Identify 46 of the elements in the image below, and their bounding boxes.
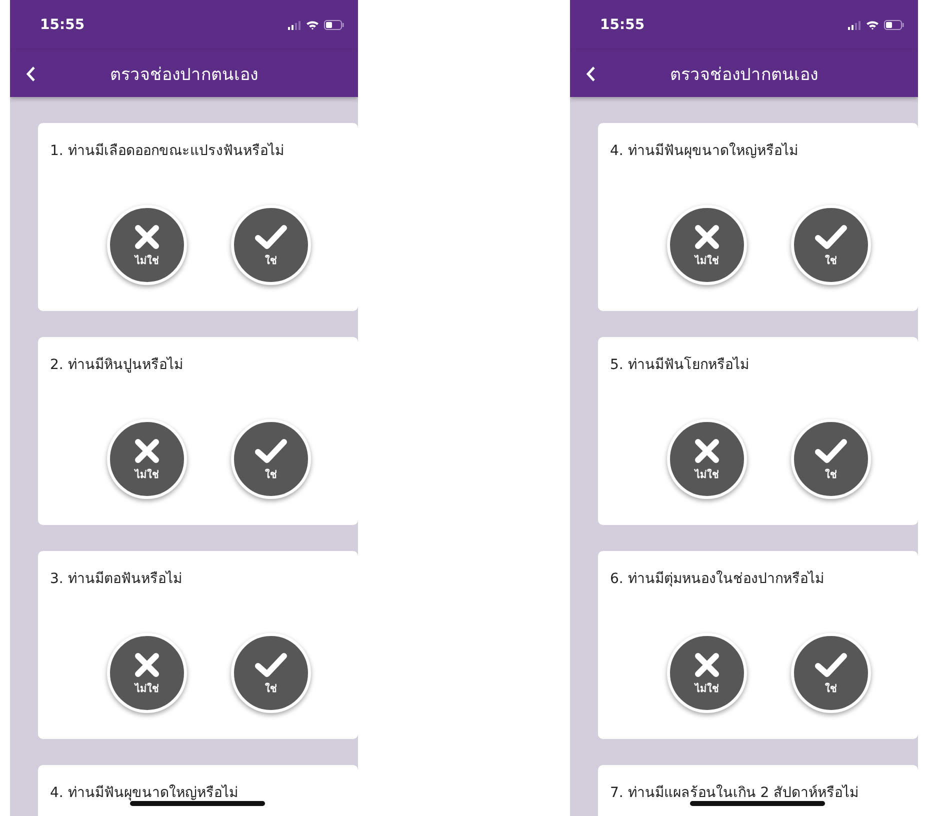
back-button[interactable] xyxy=(24,64,38,84)
check-icon xyxy=(254,650,288,678)
check-icon xyxy=(814,222,848,250)
yes-button[interactable]: ใช่ xyxy=(231,205,311,285)
no-button[interactable]: ไม่ใช่ xyxy=(667,419,747,499)
question-text: 7. ท่านมีแผลร้อนในเกิน 2 สัปดาห์หรือไม่ xyxy=(610,784,860,803)
check-icon xyxy=(814,436,848,464)
question-text: 6. ท่านมีตุ่มหนองในช่องปากหรือไม่ xyxy=(610,570,825,589)
question-text: 5. ท่านมีฟันโยกหรือไม่ xyxy=(610,356,750,375)
yes-button[interactable]: ใช่ xyxy=(791,205,871,285)
question-text: 1. ท่านมีเลือดออกขณะแปรงฟันหรือไม่ xyxy=(50,142,285,161)
status-time: 15:55 xyxy=(600,17,645,33)
battery-icon xyxy=(884,20,904,30)
battery-icon xyxy=(324,20,344,30)
wifi-icon xyxy=(866,20,879,30)
yes-button[interactable]: ใช่ xyxy=(791,419,871,499)
status-time: 15:55 xyxy=(40,17,85,33)
signal-icon xyxy=(848,20,861,30)
check-icon xyxy=(254,222,288,250)
back-icon xyxy=(586,66,596,82)
close-icon xyxy=(133,650,161,678)
close-icon xyxy=(693,436,721,464)
no-button[interactable]: ไม่ใช่ xyxy=(107,419,187,499)
wifi-icon xyxy=(306,20,319,30)
no-button[interactable]: ไม่ใช่ xyxy=(667,633,747,713)
question-text: 4. ท่านมีฟันผุขนาดใหญ่หรือไม่ xyxy=(610,142,799,161)
back-icon xyxy=(26,66,36,82)
close-icon xyxy=(693,222,721,250)
back-button[interactable] xyxy=(584,64,598,84)
yes-button[interactable]: ใช่ xyxy=(231,419,311,499)
yes-button[interactable]: ใช่ xyxy=(791,633,871,713)
check-icon xyxy=(814,650,848,678)
signal-icon xyxy=(288,20,301,30)
no-button[interactable]: ไม่ใช่ xyxy=(107,205,187,285)
close-icon xyxy=(693,650,721,678)
check-icon xyxy=(254,436,288,464)
yes-button[interactable]: ใช่ xyxy=(231,633,311,713)
close-icon xyxy=(133,222,161,250)
question-text: 3. ท่านมีตอฟันหรือไม่ xyxy=(50,570,183,589)
close-icon xyxy=(133,436,161,464)
header-title: ตรวจช่องปากตนเอง xyxy=(670,64,818,87)
no-button[interactable]: ไม่ใช่ xyxy=(667,205,747,285)
question-text: 2. ท่านมีหินปูนหรือไม่ xyxy=(50,356,184,375)
header-title: ตรวจช่องปากตนเอง xyxy=(110,64,258,87)
no-button[interactable]: ไม่ใช่ xyxy=(107,633,187,713)
question-text: 4. ท่านมีฟันผุขนาดใหญ่หรือไม่ xyxy=(50,784,239,803)
